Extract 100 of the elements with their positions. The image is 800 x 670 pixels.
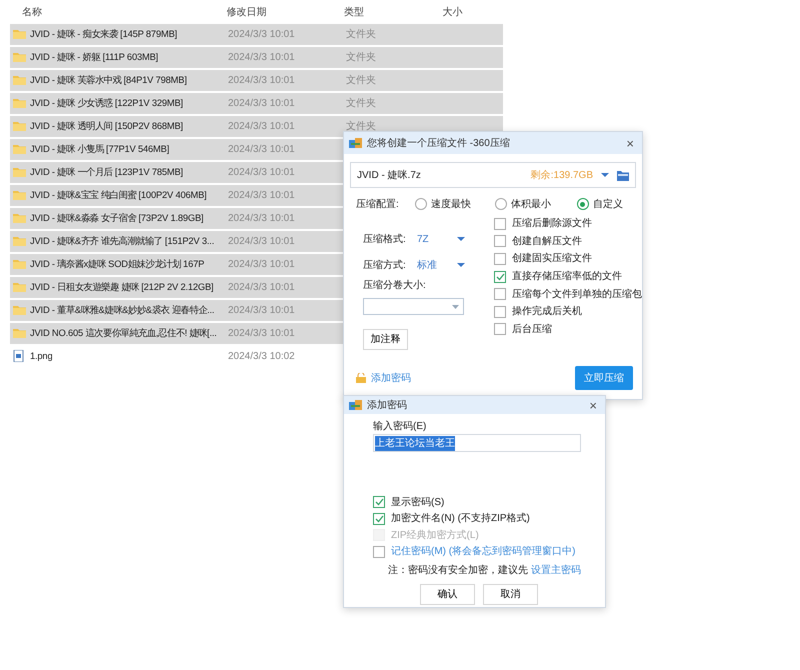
caret-icon (457, 263, 465, 267)
folder-icon (13, 304, 26, 316)
file-name: JVID - 婕咪 - 痴女来袭 [145P 879MB] (30, 27, 178, 42)
folder-icon (13, 74, 26, 86)
file-date: 2024/3/3 10:02 (228, 351, 295, 362)
folder-icon (617, 170, 629, 180)
file-name: JVID - 璃奈酱x婕咪 SOD姐妹沙龙计划 167P (30, 257, 204, 272)
file-type: 文件夹 (346, 52, 376, 63)
dropdown[interactable]: 7Z (417, 232, 465, 246)
caret-icon (601, 173, 609, 177)
folder-icon (13, 235, 26, 248)
file-date: 2024/3/3 10:01 (228, 75, 295, 86)
option-label: 记住密码(M) (将会备忘到密码管理窗口中) (391, 544, 576, 560)
checkbox[interactable] (494, 288, 506, 300)
checkbox[interactable] (494, 306, 506, 318)
comment-button[interactable]: 加注释 (363, 329, 408, 350)
cancel-button[interactable]: 取消 (483, 584, 538, 605)
close-button[interactable]: × (589, 398, 597, 412)
checkbox[interactable] (494, 323, 506, 336)
option-label: 直接存储压缩率低的文件 (512, 270, 622, 284)
option-label: 创建固实压缩文件 (512, 252, 592, 266)
option-label: 后台压缩 (512, 322, 552, 337)
column-header[interactable]: 类型 (344, 4, 442, 20)
field-label: 压缩分卷大小: (363, 278, 427, 293)
option-label: 压缩后删除源文件 (512, 216, 592, 232)
checkbox[interactable] (373, 496, 385, 508)
file-date: 2024/3/3 10:01 (228, 144, 295, 155)
file-date: 2024/3/3 10:01 (228, 282, 295, 293)
file-row[interactable]: JVID - 婕咪 - 痴女来袭 [145P 879MB] 2024/3/3 10:01 文件夹 (10, 24, 503, 45)
radio-option[interactable]: 自定义 (576, 196, 623, 212)
filename-field[interactable]: JVID - 婕咪.7z 剩余:139.7GB (350, 162, 636, 188)
file-date: 2024/3/3 10:01 (228, 213, 295, 224)
folder-icon (13, 28, 26, 40)
app-icon (349, 137, 362, 149)
app-icon (349, 399, 362, 411)
file-date: 2024/3/3 10:01 (228, 190, 295, 201)
file-name: JVID - 婕咪&齐齐 谁先高潮就输了 [151P2V 3... (30, 234, 214, 248)
option-label: 显示密码(S) (391, 496, 444, 510)
file-type: 文件夹 (346, 75, 376, 86)
checkbox[interactable] (494, 270, 506, 283)
file-date: 2024/3/3 10:01 (228, 121, 295, 132)
file-type: 文件夹 (346, 29, 376, 40)
checkbox[interactable] (494, 235, 506, 248)
folder-icon (13, 258, 26, 270)
option-label: 操作完成后关机 (512, 304, 582, 320)
master-password-link[interactable]: 设置主密码 (531, 565, 581, 576)
lock-icon (356, 373, 367, 383)
dropdown[interactable]: 标准 (417, 258, 465, 272)
file-date: 2024/3/3 10:01 (228, 259, 295, 270)
file-date: 2024/3/3 10:01 (228, 328, 295, 339)
file-name: JVID - 婕咪 透明人间 [150P2V 868MB] (30, 119, 183, 134)
file-date: 2024/3/3 10:01 (228, 29, 295, 40)
ok-button[interactable]: 确认 (420, 584, 475, 605)
file-name: JVID - 婕咪&宝宝 纯白闺蜜 [100P2V 406MB] (30, 188, 207, 202)
field-label: 压缩格式: (363, 232, 407, 246)
add-password-link[interactable]: 添加密码 (371, 370, 411, 386)
file-row[interactable]: JVID - 婕咪 少女诱惑 [122P1V 329MB] 2024/3/3 10:01 文件夹 (10, 93, 503, 114)
file-name: 1.png (30, 349, 52, 364)
checkbox[interactable] (494, 218, 506, 230)
folder-icon (13, 143, 26, 156)
checkbox[interactable] (373, 512, 385, 525)
folder-icon (13, 281, 26, 294)
file-date: 2024/3/3 10:01 (228, 98, 295, 109)
checkbox[interactable] (494, 252, 506, 265)
file-name: JVID - 董草&咪雅&婕咪&妙妙&裘衣 迎春特企... (30, 303, 214, 318)
column-header[interactable]: 大小 (442, 4, 500, 20)
image-file-icon (13, 350, 26, 362)
option-label: ZIP经典加密方式(L) (391, 528, 479, 543)
file-name: JVID - 婕咪 芙蓉水中戏 [84P1V 798MB] (30, 73, 187, 88)
checkbox[interactable] (373, 546, 385, 558)
column-header[interactable]: 名称 (10, 4, 227, 20)
folder-icon (13, 189, 26, 202)
file-date: 2024/3/3 10:01 (228, 52, 295, 63)
file-type: 文件夹 (346, 121, 376, 132)
free-space-text: 剩余:139.7GB (530, 168, 593, 182)
option-label: 压缩每个文件到单独的压缩包 (512, 288, 642, 302)
window-title: 添加密码 (367, 398, 407, 412)
file-date: 2024/3/3 10:01 (228, 236, 295, 247)
password-field[interactable]: 上老王论坛当老王 (373, 434, 581, 452)
option-label: 加密文件名(N) (不支持ZIP格式) (391, 512, 530, 526)
file-date: 2024/3/3 10:01 (228, 167, 295, 178)
caret-icon (452, 304, 459, 308)
input-label: 输入密码(E) (373, 420, 428, 434)
file-row[interactable]: JVID - 婕咪 透明人间 [150P2V 868MB] 2024/3/3 10:01 文件夹 (10, 116, 503, 137)
file-name: JVID NO.605 這次要你單純充血,忍住不! 婕咪[... (30, 326, 217, 340)
folder-icon (13, 97, 26, 110)
column-header[interactable]: 修改日期 (226, 4, 344, 20)
field-label: 压缩方式: (363, 258, 407, 272)
file-name: JVID - 婕咪 少女诱惑 [122P1V 329MB] (30, 96, 183, 110)
folder-icon (13, 327, 26, 340)
folder-icon (13, 120, 26, 132)
file-row[interactable]: JVID - 婕咪 - 娇躯 [111P 603MB] 2024/3/3 10:01 文件夹 (10, 47, 503, 68)
file-date: 2024/3/3 10:01 (228, 305, 295, 316)
password-text: 上老王论坛当老王 (375, 436, 455, 450)
file-row[interactable]: JVID - 婕咪 芙蓉水中戏 [84P1V 798MB] 2024/3/3 10:01 文件夹 (10, 70, 503, 91)
volume-dropdown[interactable] (363, 298, 464, 315)
filename-text: JVID - 婕咪.7z (357, 168, 421, 182)
close-button[interactable]: × (626, 136, 634, 150)
note-text: 注：密码没有安全加密，建议先 (388, 565, 528, 576)
folder-icon (13, 166, 26, 178)
